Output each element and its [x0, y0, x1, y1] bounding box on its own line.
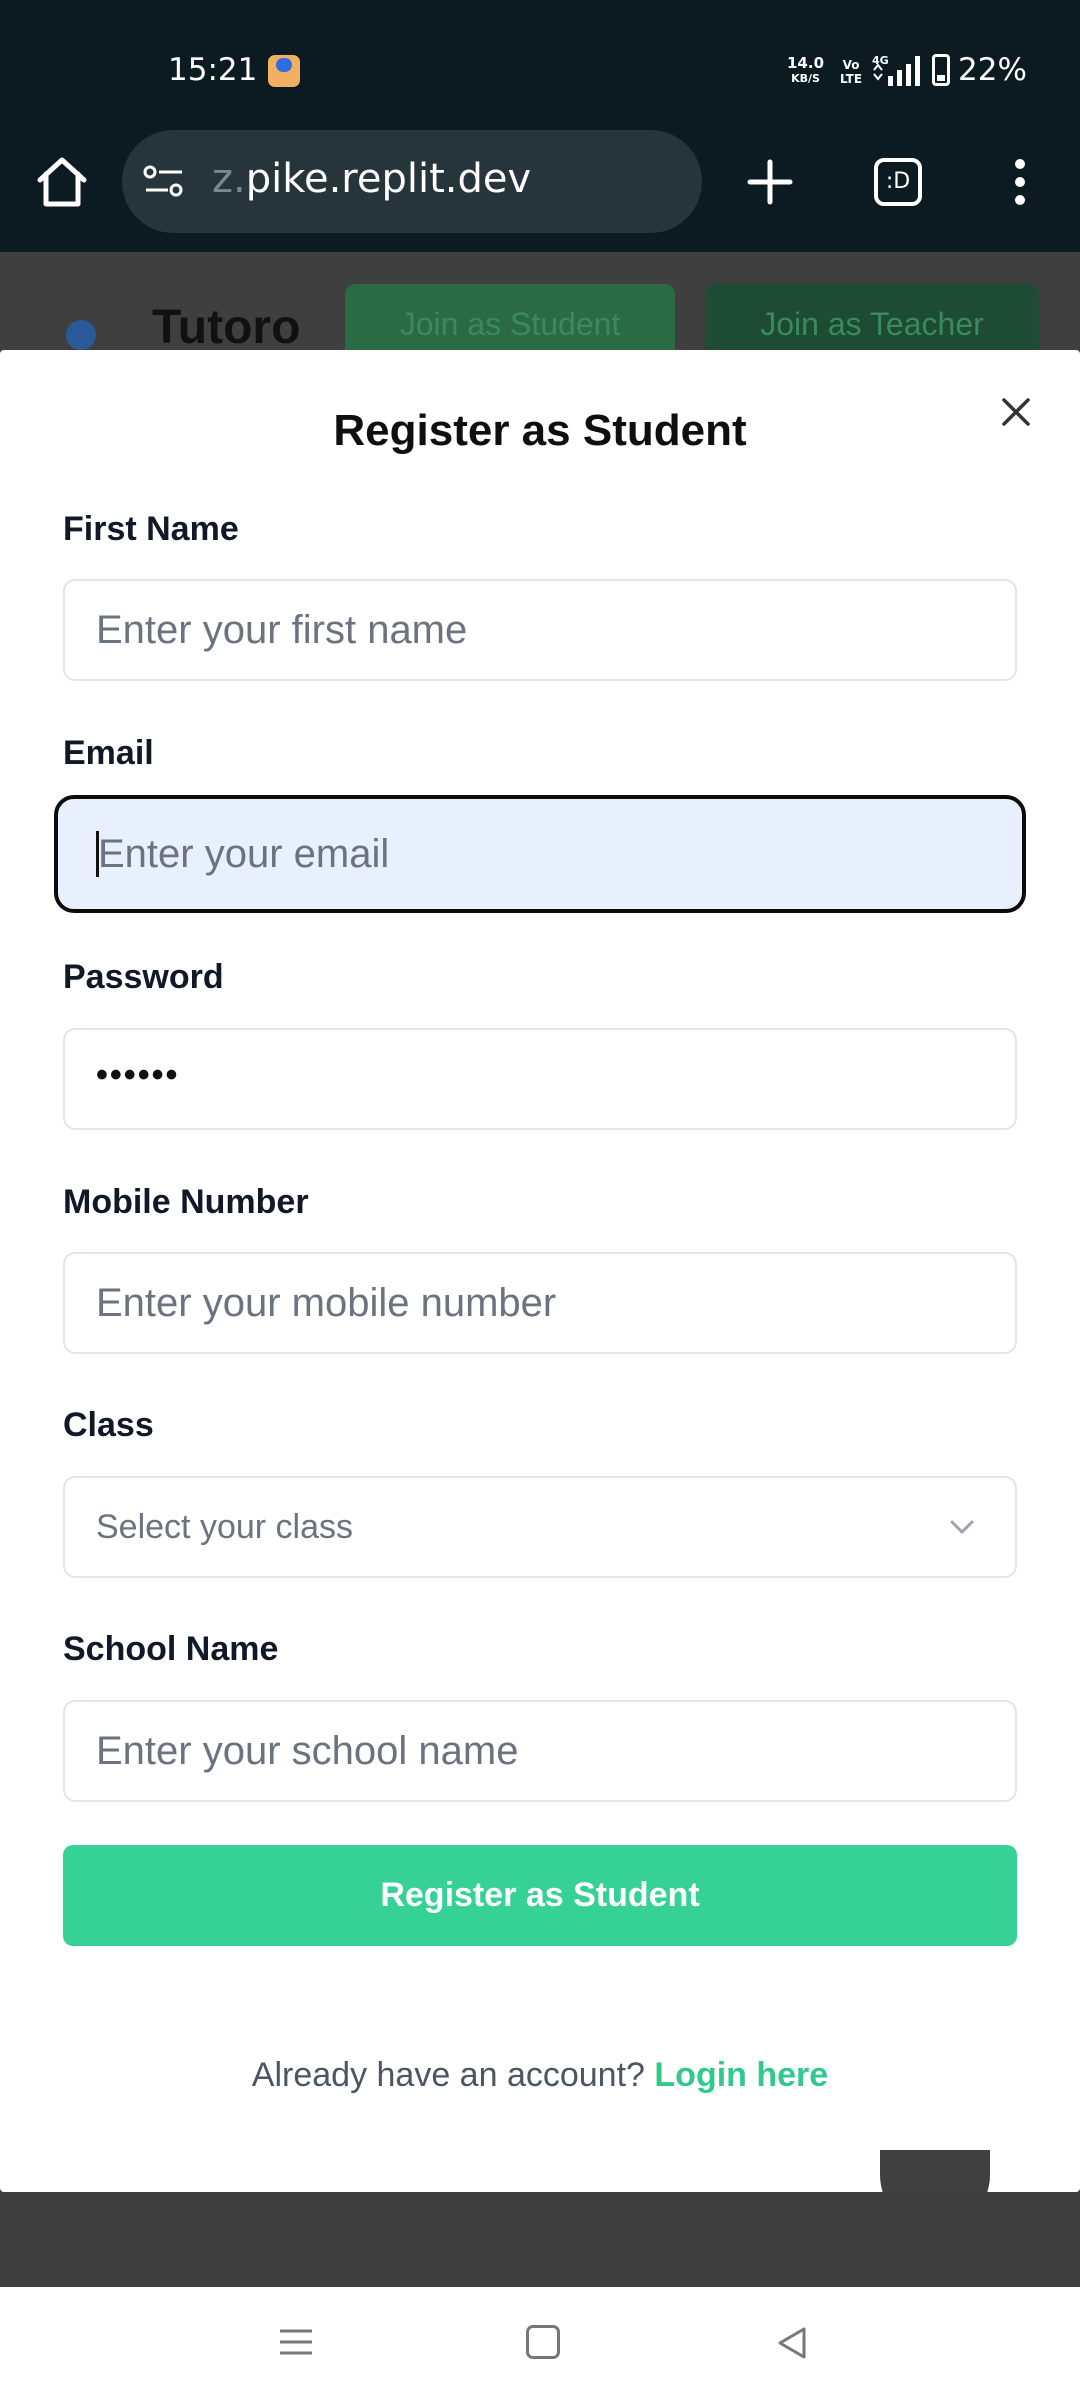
password-label: Password — [63, 958, 224, 996]
brand-logo-icon — [66, 320, 96, 350]
text-caret — [96, 831, 99, 877]
register-modal: Register as Student First Name Email Pas… — [0, 350, 1080, 2192]
network-speed: 14.0 KB/S — [787, 56, 824, 86]
url-prefix: z. — [212, 156, 246, 202]
url-domain: pike.replit.dev — [245, 156, 532, 202]
battery-percent: 22% — [958, 52, 1027, 88]
back-icon[interactable] — [774, 2325, 810, 2361]
plus-icon[interactable] — [740, 152, 800, 212]
password-value: •••••• — [96, 1056, 180, 1094]
join-student-button: Join as Student — [345, 284, 675, 350]
site-info-icon[interactable] — [142, 161, 186, 201]
app-notification-icon — [268, 55, 300, 87]
brand-name: Tutoro — [152, 301, 301, 350]
email-label: Email — [63, 734, 154, 772]
login-prompt-text: Already have an account? — [251, 2056, 645, 2094]
first-name-input[interactable] — [63, 579, 1017, 681]
first-name-label: First Name — [63, 510, 239, 548]
status-time: 15:21 — [168, 52, 258, 88]
browser-toolbar: z.pike.replit.dev :D — [0, 130, 1080, 252]
signal-icon: 4G — [872, 54, 920, 86]
mobile-input[interactable] — [63, 1252, 1017, 1354]
chevron-down-icon — [950, 1520, 974, 1534]
address-bar[interactable]: z.pike.replit.dev — [122, 130, 702, 233]
home-icon[interactable] — [32, 152, 92, 212]
background-page: Tutoro Join as Student Join as Teacher — [0, 252, 1080, 350]
email-input[interactable] — [54, 795, 1026, 913]
status-bar: 15:21 14.0 KB/S Vo LTE 4G 22% — [0, 0, 1080, 130]
school-input[interactable] — [63, 1700, 1017, 1802]
network-speed-value: 14.0 — [787, 54, 825, 72]
modal-title: Register as Student — [333, 406, 747, 455]
volte-indicator: Vo LTE — [840, 58, 862, 86]
register-button[interactable]: Register as Student — [63, 1845, 1017, 1946]
home-square-icon[interactable] — [526, 2325, 560, 2359]
class-select-value: Select your class — [96, 1508, 353, 1546]
tabs-icon[interactable]: :D — [874, 158, 922, 206]
join-teacher-button: Join as Teacher — [705, 284, 1039, 350]
volte-bottom: LTE — [840, 72, 863, 86]
login-prompt: Already have an account? Login here — [0, 2056, 1080, 2095]
school-label: School Name — [63, 1630, 279, 1668]
volte-top: Vo — [842, 58, 860, 72]
page-overlay — [0, 2192, 1080, 2287]
class-select[interactable]: Select your class — [63, 1476, 1017, 1578]
network-speed-unit: KB/S — [791, 72, 820, 85]
login-link[interactable]: Login here — [654, 2056, 828, 2094]
mobile-label: Mobile Number — [63, 1183, 309, 1221]
url-text[interactable]: z.pike.replit.dev — [212, 156, 531, 202]
system-nav-bar — [0, 2287, 1080, 2400]
menu-icon[interactable] — [278, 2327, 314, 2357]
class-label: Class — [63, 1406, 154, 1444]
password-input[interactable] — [63, 1028, 1017, 1130]
more-vert-icon[interactable] — [1000, 152, 1040, 212]
battery-icon — [932, 54, 950, 86]
network-type: 4G — [872, 54, 889, 67]
